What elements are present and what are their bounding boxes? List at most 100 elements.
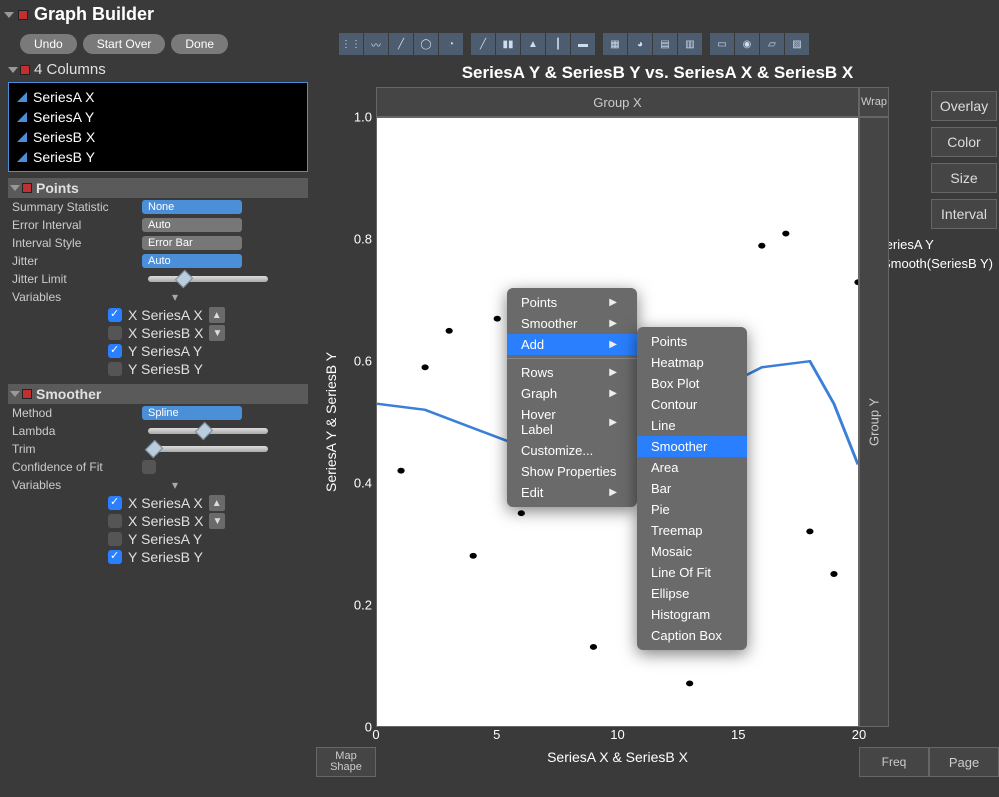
submenu-item[interactable]: Contour bbox=[637, 394, 747, 415]
map-tool-icon[interactable]: ▱ bbox=[760, 33, 784, 55]
variable-checkbox[interactable] bbox=[108, 308, 122, 322]
menu-item[interactable]: Edit▶ bbox=[507, 482, 637, 503]
submenu-item[interactable]: Caption Box bbox=[637, 625, 747, 646]
variable-row: X SeriesA X ▲ bbox=[8, 306, 308, 324]
submenu-item[interactable]: Area bbox=[637, 457, 747, 478]
reorder-up-icon[interactable]: ▲ bbox=[209, 307, 225, 323]
toolbar: Undo Start Over Done ⋮⋮ 〰 ╱ ◯ ◔ ╱ ▮▮ ▲ ┃… bbox=[0, 29, 999, 59]
menu-item[interactable]: Graph▶ bbox=[507, 383, 637, 404]
page-dropzone[interactable]: Page bbox=[929, 747, 999, 777]
chevron-down-icon[interactable]: ▾ bbox=[172, 290, 178, 304]
column-item[interactable]: SeriesA X bbox=[13, 87, 303, 107]
variable-checkbox[interactable] bbox=[108, 326, 122, 340]
confidence-checkbox[interactable] bbox=[142, 460, 156, 474]
jitter-limit-slider[interactable] bbox=[148, 276, 268, 282]
submenu-item[interactable]: Points bbox=[637, 331, 747, 352]
column-item[interactable]: SeriesB X bbox=[13, 127, 303, 147]
variable-checkbox[interactable] bbox=[108, 344, 122, 358]
submenu-item[interactable]: Smoother bbox=[637, 436, 747, 457]
parallel-tool-icon[interactable]: ▨ bbox=[785, 33, 809, 55]
done-button[interactable]: Done bbox=[171, 34, 228, 54]
submenu-item[interactable]: Mosaic bbox=[637, 541, 747, 562]
variable-row: Y SeriesB Y bbox=[8, 360, 308, 378]
group-y-dropzone[interactable]: Group Y bbox=[859, 117, 889, 727]
chevron-down-icon[interactable]: ▾ bbox=[172, 478, 178, 492]
overlay-dropzone[interactable]: Overlay bbox=[931, 91, 997, 121]
submenu-item[interactable]: Treemap bbox=[637, 520, 747, 541]
summary-stat-select[interactable]: None bbox=[142, 200, 242, 214]
reorder-down-icon[interactable]: ▼ bbox=[209, 325, 225, 341]
lambda-slider[interactable] bbox=[148, 428, 268, 434]
lambda-label: Lambda bbox=[12, 424, 142, 438]
redmark-icon[interactable] bbox=[20, 65, 30, 75]
map-shape-dropzone[interactable]: MapShape bbox=[316, 747, 376, 777]
area-tool-icon[interactable]: ▲ bbox=[521, 33, 545, 55]
variable-checkbox[interactable] bbox=[108, 514, 122, 528]
reorder-down-icon[interactable]: ▼ bbox=[209, 513, 225, 529]
submenu-item[interactable]: Ellipse bbox=[637, 583, 747, 604]
variable-checkbox[interactable] bbox=[108, 362, 122, 376]
menu-item[interactable]: Smoother▶ bbox=[507, 313, 637, 334]
line-tool-icon[interactable]: ╱ bbox=[471, 33, 495, 55]
error-interval-select[interactable]: Auto bbox=[142, 218, 242, 232]
submenu-item[interactable]: Bar bbox=[637, 478, 747, 499]
menu-item[interactable]: Hover Label▶ bbox=[507, 404, 637, 440]
column-item[interactable]: SeriesA Y bbox=[13, 107, 303, 127]
menu-item[interactable]: Add▶ bbox=[507, 334, 637, 355]
ellipse-tool-icon[interactable]: ◯ bbox=[414, 33, 438, 55]
smoother-tool-icon[interactable]: 〰 bbox=[364, 33, 388, 55]
submenu-item[interactable]: Histogram bbox=[637, 604, 747, 625]
caption-tool-icon[interactable]: ▭ bbox=[710, 33, 734, 55]
columns-list[interactable]: SeriesA X SeriesA Y SeriesB X SeriesB Y bbox=[8, 82, 308, 172]
start-over-button[interactable]: Start Over bbox=[83, 34, 166, 54]
menu-item[interactable]: Show Properties bbox=[507, 461, 637, 482]
menu-item[interactable]: Customize... bbox=[507, 440, 637, 461]
submenu-item[interactable]: Heatmap bbox=[637, 352, 747, 373]
disclosure-icon[interactable] bbox=[8, 67, 18, 73]
variable-label: X SeriesA X bbox=[128, 495, 203, 511]
points-tool-icon[interactable]: ⋮⋮ bbox=[339, 33, 363, 55]
histogram-tool-icon[interactable]: ▬ bbox=[571, 33, 595, 55]
color-dropzone[interactable]: Color bbox=[931, 127, 997, 157]
trim-slider[interactable] bbox=[148, 446, 268, 452]
formula-tool-icon[interactable]: ◉ bbox=[735, 33, 759, 55]
submenu-item[interactable]: Pie bbox=[637, 499, 747, 520]
points-section-header[interactable]: Points bbox=[8, 178, 308, 198]
submenu-item[interactable]: Line bbox=[637, 415, 747, 436]
menu-item[interactable]: Points▶ bbox=[507, 292, 637, 313]
chart-canvas[interactable]: Points▶Smoother▶Add▶Rows▶Graph▶Hover Lab… bbox=[376, 117, 859, 727]
submenu-item[interactable]: Line Of Fit bbox=[637, 562, 747, 583]
context-menu[interactable]: Points▶Smoother▶Add▶ Rows▶Graph▶Hover Lab… bbox=[507, 288, 637, 507]
freq-dropzone[interactable]: Freq bbox=[859, 747, 929, 777]
disclosure-icon[interactable] bbox=[4, 12, 14, 18]
interval-dropzone[interactable]: Interval bbox=[931, 199, 997, 229]
heatmap-tool-icon[interactable]: ▦ bbox=[603, 33, 627, 55]
bar-tool-icon[interactable]: ▮▮ bbox=[496, 33, 520, 55]
pie-tool-icon[interactable]: ◕ bbox=[628, 33, 652, 55]
variable-label: Y SeriesA Y bbox=[128, 343, 202, 359]
smoother-section-header[interactable]: Smoother bbox=[8, 384, 308, 404]
lineoffit-tool-icon[interactable]: ╱ bbox=[389, 33, 413, 55]
submenu-item[interactable]: Box Plot bbox=[637, 373, 747, 394]
context-submenu[interactable]: PointsHeatmapBox PlotContourLineSmoother… bbox=[637, 327, 747, 650]
variable-checkbox[interactable] bbox=[108, 532, 122, 546]
variable-checkbox[interactable] bbox=[108, 496, 122, 510]
size-dropzone[interactable]: Size bbox=[931, 163, 997, 193]
menu-item[interactable]: Rows▶ bbox=[507, 362, 637, 383]
mosaic-tool-icon[interactable]: ▥ bbox=[678, 33, 702, 55]
method-select[interactable]: Spline bbox=[142, 406, 242, 420]
column-item[interactable]: SeriesB Y bbox=[13, 147, 303, 167]
x-axis-label: SeriesA X & SeriesB X bbox=[376, 747, 859, 777]
group-x-dropzone[interactable]: Group X bbox=[376, 87, 859, 117]
interval-style-select[interactable]: Error Bar bbox=[142, 236, 242, 250]
contour-tool-icon[interactable]: ◔ bbox=[439, 33, 463, 55]
jitter-select[interactable]: Auto bbox=[142, 254, 242, 268]
chevron-right-icon: ▶ bbox=[609, 388, 617, 399]
boxplot-tool-icon[interactable]: ┃ bbox=[546, 33, 570, 55]
undo-button[interactable]: Undo bbox=[20, 34, 77, 54]
wrap-dropzone[interactable]: Wrap bbox=[859, 87, 889, 117]
reorder-up-icon[interactable]: ▲ bbox=[209, 495, 225, 511]
treemap-tool-icon[interactable]: ▤ bbox=[653, 33, 677, 55]
variable-checkbox[interactable] bbox=[108, 550, 122, 564]
redmark-icon[interactable] bbox=[18, 10, 28, 20]
